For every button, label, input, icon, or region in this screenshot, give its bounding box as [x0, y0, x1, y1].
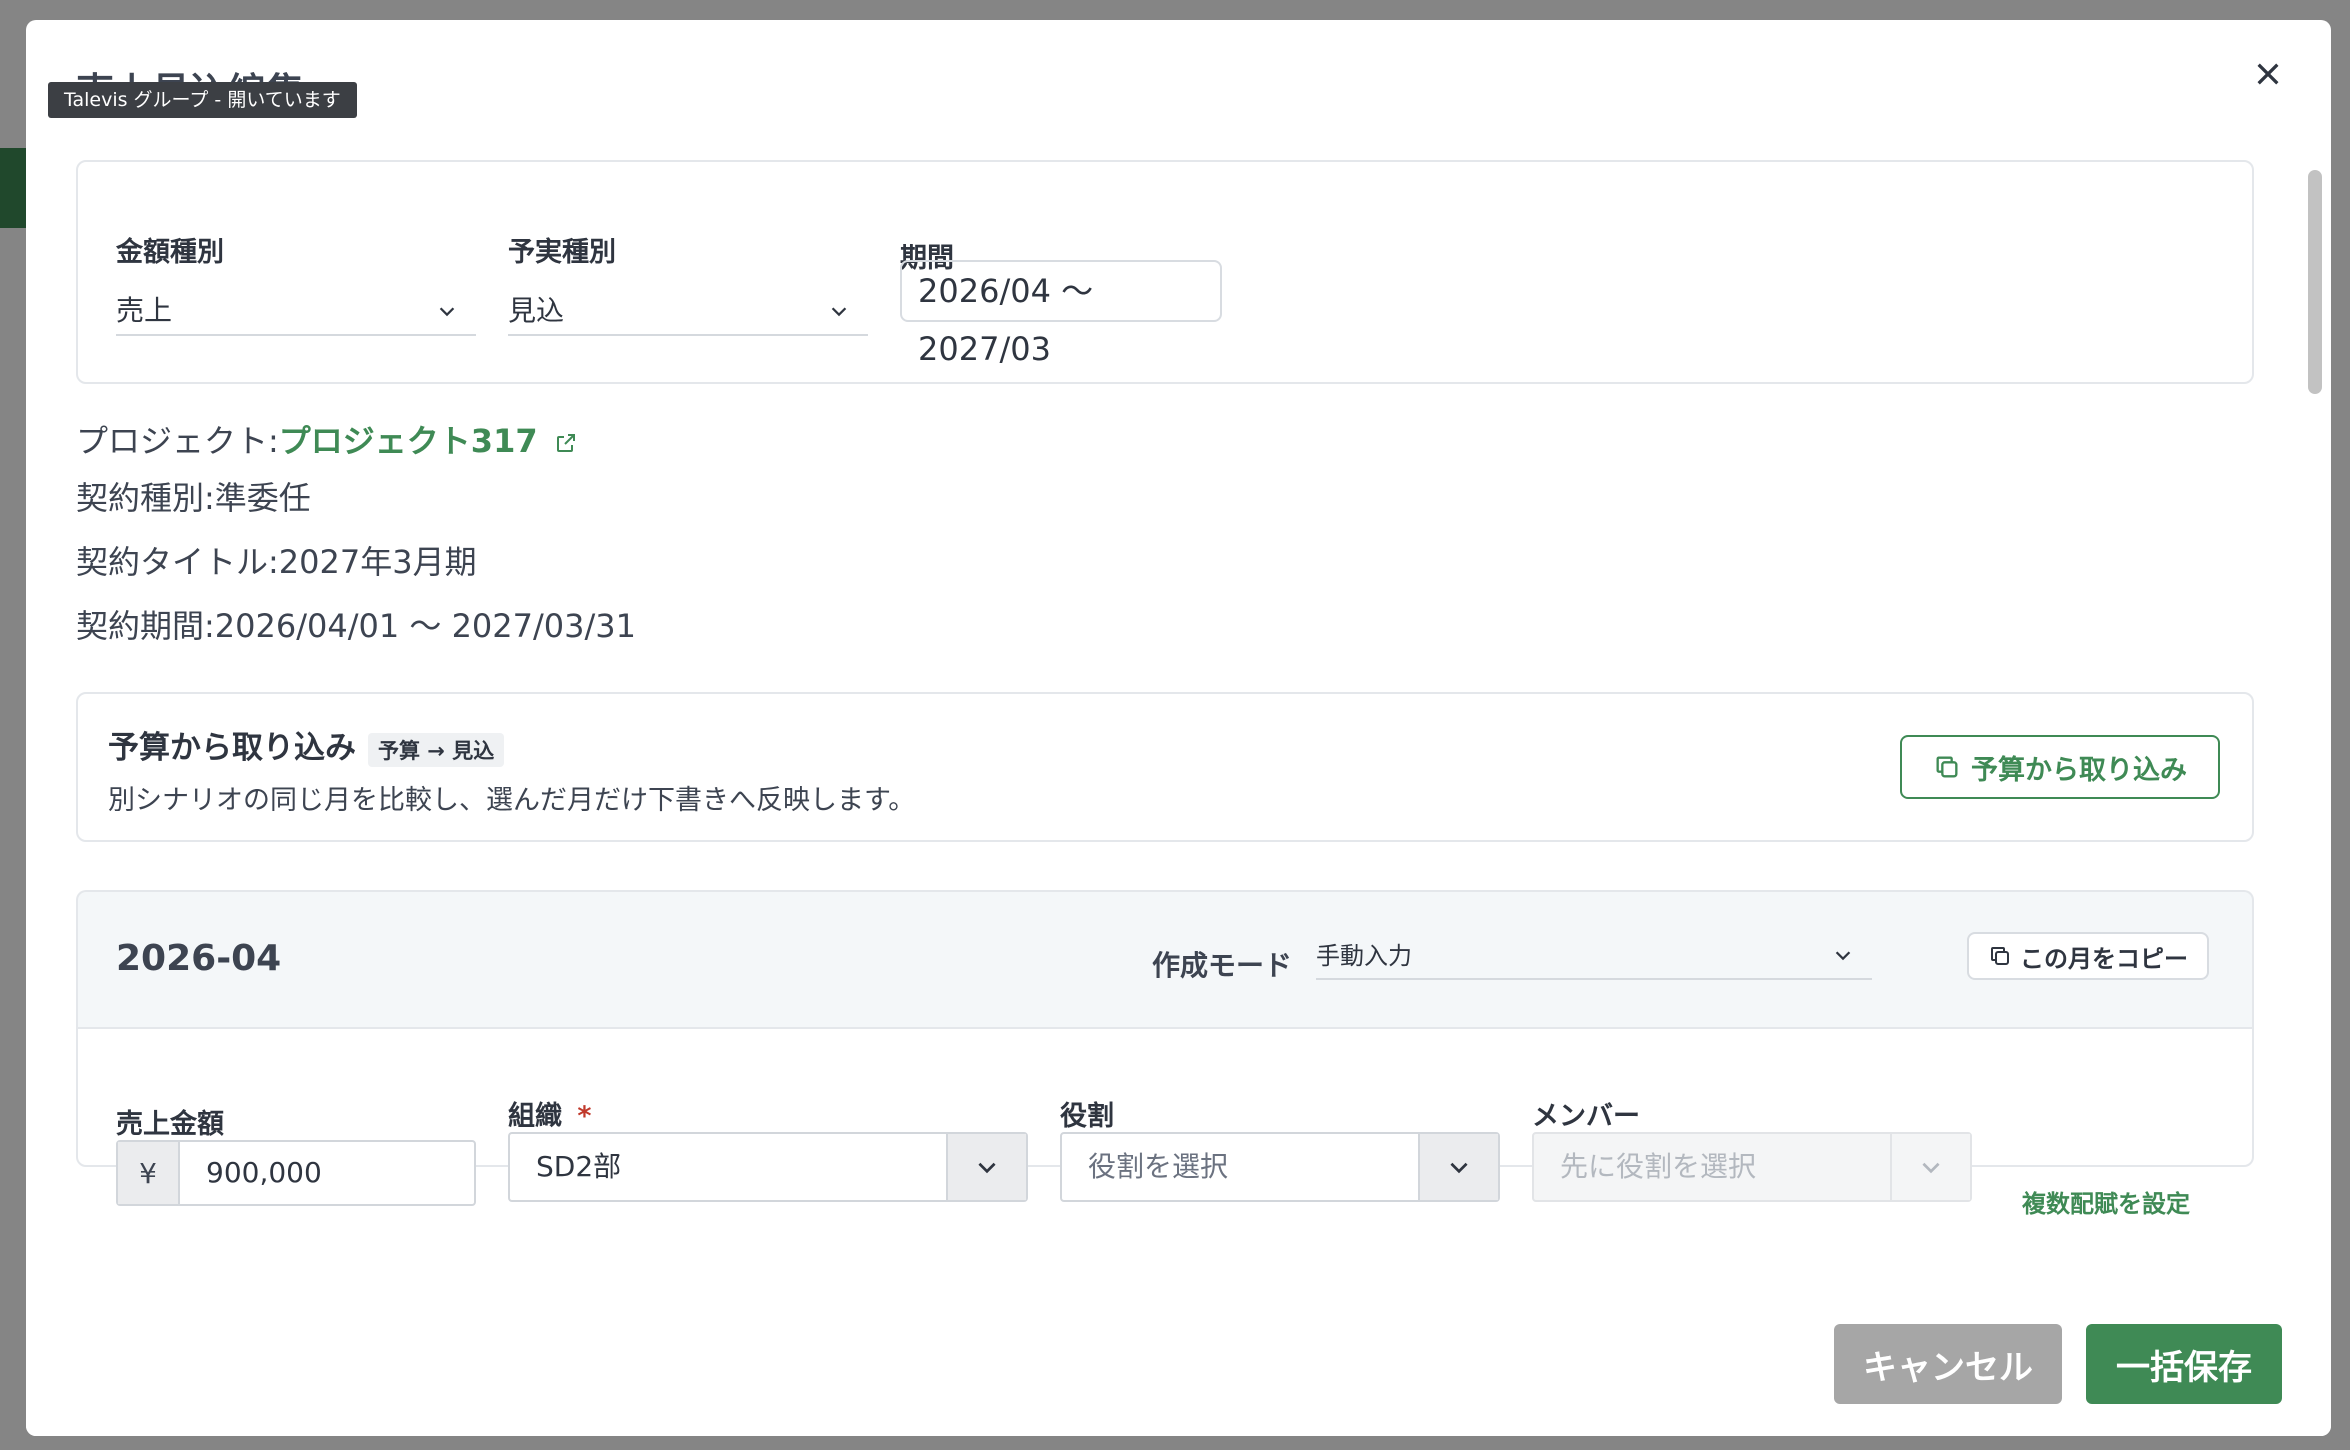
multi-allocation-link[interactable]: 複数配賦を設定: [2022, 1184, 2190, 1219]
modal-body: 売上見込編集 金額種別 売上 予実種別 見込 期間 2026/04 〜 2027…: [26, 20, 2304, 1308]
cancel-button[interactable]: キャンセル: [1834, 1324, 2062, 1404]
import-from-budget-button[interactable]: 予算から取り込み: [1900, 735, 2220, 799]
month-label: 2026-04: [116, 938, 282, 979]
close-button[interactable]: [2244, 50, 2292, 98]
role-placeholder: 役割を選択: [1088, 1150, 1229, 1183]
chevron-down-icon: [1835, 951, 1851, 961]
chevron-down-icon: [978, 1162, 996, 1174]
copy-month-label: この月をコピー: [2020, 944, 2188, 973]
import-description: 別シナリオの同じ月を比較し、選んだ月だけ下書きへ反映します。: [108, 785, 916, 816]
member-dropdown-button: [1890, 1134, 1970, 1200]
import-button-label: 予算から取り込み: [1971, 754, 2187, 786]
mode-value: 手動入力: [1316, 942, 1412, 970]
chevron-down-icon: [1450, 1162, 1468, 1174]
chevron-down-icon: [439, 307, 455, 317]
external-link-icon[interactable]: [554, 431, 578, 455]
copy-month-button[interactable]: この月をコピー: [1967, 932, 2209, 980]
member-label: メンバー: [1532, 1101, 1640, 1132]
modal-footer: キャンセル 一括保存: [26, 1308, 2331, 1436]
close-icon: [2257, 63, 2279, 85]
contract-type: 契約種別:準委任: [76, 479, 311, 517]
amount-type-value: 売上: [116, 294, 173, 327]
org-label-row: 組織 *: [508, 1094, 592, 1133]
import-title: 予算から取り込み: [108, 730, 356, 766]
contract-period: 契約期間:2026/04/01 〜 2027/03/31: [76, 607, 637, 645]
sales-amount-label: 売上金額: [116, 1109, 224, 1140]
import-badge: 予算 → 見込: [368, 732, 505, 767]
edit-modal: 売上見込編集 金額種別 売上 予実種別 見込 期間 2026/04 〜 2027…: [26, 20, 2331, 1436]
import-title-row: 予算から取り込み 予算 → 見込: [108, 722, 505, 767]
amount-type-select[interactable]: 売上: [116, 286, 476, 336]
contract-title: 契約タイトル:2027年3月期: [76, 543, 477, 581]
plan-type-select[interactable]: 見込: [508, 286, 868, 336]
tooltip: Talevis グループ - 開いています: [48, 82, 357, 118]
project-prefix: プロジェクト:: [76, 422, 279, 460]
org-select[interactable]: SD2部: [508, 1132, 1028, 1202]
copy-icon: [1991, 947, 2009, 965]
org-dropdown-button[interactable]: [946, 1134, 1026, 1200]
copy-icon: [1936, 756, 1958, 778]
currency-symbol: ¥: [118, 1142, 180, 1204]
modal-scrollbar[interactable]: [2304, 148, 2328, 1308]
chevron-down-icon: [1922, 1162, 1940, 1174]
role-label: 役割: [1060, 1101, 1114, 1132]
mode-select[interactable]: 手動入力: [1316, 932, 1872, 980]
required-mark: *: [577, 1101, 592, 1132]
role-select[interactable]: 役割を選択: [1060, 1132, 1500, 1202]
project-link[interactable]: プロジェクト317: [279, 422, 538, 460]
bulk-save-button[interactable]: 一括保存: [2086, 1324, 2282, 1404]
project-info: プロジェクト:プロジェクト317: [76, 416, 578, 462]
role-dropdown-button[interactable]: [1418, 1134, 1498, 1200]
chevron-down-icon: [831, 307, 847, 317]
plan-type-label: 予実種別: [508, 237, 616, 268]
amount-type-label: 金額種別: [116, 237, 224, 268]
member-select[interactable]: 先に役割を選択: [1532, 1132, 1972, 1202]
sales-amount-value: 900,000: [206, 1156, 322, 1189]
mode-label: 作成モード: [1152, 949, 1293, 982]
sales-amount-field[interactable]: ¥ 900,000: [116, 1140, 476, 1206]
plan-type-value: 見込: [508, 294, 565, 327]
scrollbar-thumb[interactable]: [2308, 170, 2322, 394]
org-label: 組織: [508, 1101, 562, 1132]
period-input[interactable]: 2026/04 〜 2027/03: [900, 260, 1222, 368]
member-placeholder: 先に役割を選択: [1560, 1150, 1757, 1183]
org-value: SD2部: [536, 1150, 622, 1183]
